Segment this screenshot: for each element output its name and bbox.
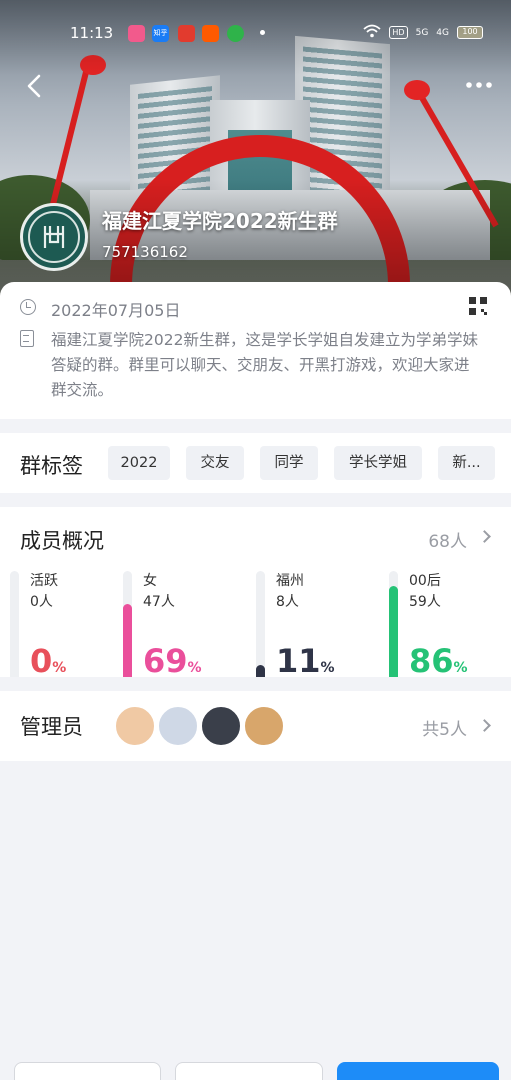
admins-card[interactable]: 管理员 共5人 <box>0 691 511 761</box>
group-avatar[interactable] <box>20 203 88 271</box>
stat-percent: 0% <box>30 643 66 686</box>
tag-item[interactable]: 同学 <box>260 446 318 480</box>
description-row: 福建江夏学院2022新生群，这是学长学姐自发建立为学弟学妹答疑的群。群里可以聊天… <box>20 328 481 403</box>
percent-sign: % <box>52 660 67 676</box>
stat-label: 00后 <box>409 573 441 589</box>
stat-percent-value: 11 <box>276 642 321 680</box>
taobao-icon <box>202 25 219 42</box>
stat-label: 活跃 <box>30 573 58 589</box>
stat-active: 活跃 0人 0% <box>10 571 130 679</box>
more-dots-icon <box>466 82 492 88</box>
created-date: 2022年07月05日 <box>51 301 181 320</box>
stat-label: 女 <box>143 573 157 589</box>
stat-count: 0人 <box>30 594 53 610</box>
percent-sign: % <box>187 660 202 676</box>
wifi-icon <box>363 24 381 41</box>
group-description: 福建江夏学院2022新生群，这是学长学姐自发建立为学弟学妹答疑的群。群里可以聊天… <box>51 331 478 399</box>
member-overview-card[interactable]: 成员概况 68人 活跃 0人 0% 女 47人 69% 福州 8人 11% 00… <box>0 507 511 679</box>
signal-4g-icon: 4G <box>436 27 449 38</box>
stat-fuzhou: 福州 8人 11% <box>256 571 376 679</box>
group-id[interactable]: 757136162 <box>102 243 188 261</box>
admins-count: 共5人 <box>422 720 467 740</box>
qr-code-icon[interactable] <box>469 297 487 315</box>
group-name: 福建江夏学院2022新生群 <box>102 209 338 233</box>
bottom-action-button-2[interactable] <box>175 1062 323 1080</box>
chevron-right-icon[interactable] <box>478 530 491 543</box>
stat-bar-fill <box>256 665 265 677</box>
stat-percent-value: 0 <box>30 642 53 680</box>
stat-bar-track <box>123 571 132 677</box>
admin-avatar[interactable] <box>158 706 198 746</box>
status-time: 11:13 <box>70 24 114 42</box>
notification-dot <box>260 30 265 35</box>
clock-icon <box>20 299 36 315</box>
tag-item[interactable]: 2022 <box>108 446 170 480</box>
stat-bar-track <box>256 571 265 677</box>
stat-percent: 69% <box>143 643 202 686</box>
stat-post00: 00后 59人 86% <box>389 571 509 679</box>
tag-item[interactable]: 学长学姐 <box>334 446 422 480</box>
school-logo-icon <box>28 211 80 263</box>
toutiao-icon <box>178 25 195 42</box>
chevron-left-icon <box>27 74 41 98</box>
admin-avatar[interactable] <box>115 706 155 746</box>
tag-item[interactable]: 交友 <box>186 446 244 480</box>
stat-percent-value: 69 <box>143 642 188 680</box>
stat-percent: 11% <box>276 643 335 686</box>
created-date-row: 2022年07月05日 <box>20 297 180 321</box>
stat-count: 8人 <box>276 594 299 610</box>
hd-badge: HD <box>389 26 408 39</box>
member-total: 68人 <box>428 532 467 552</box>
vivo-app-icon <box>128 25 145 42</box>
battery-icon: 100 <box>457 26 483 39</box>
admin-avatar[interactable] <box>244 706 284 746</box>
percent-sign: % <box>320 660 335 676</box>
stat-bar-track <box>10 571 19 677</box>
stat-percent-value: 86 <box>409 642 454 680</box>
signal-5g-icon: 5G <box>415 27 429 38</box>
chevron-right-icon[interactable] <box>478 719 491 732</box>
admins-title: 管理员 <box>20 715 83 739</box>
tags-title: 群标签 <box>20 454 83 478</box>
status-bar: 11:13 知乎 HD 5G 4G 100 <box>0 22 511 46</box>
zhihu-icon: 知乎 <box>152 25 169 42</box>
join-group-button[interactable] <box>337 1062 499 1080</box>
stat-label: 福州 <box>276 573 304 589</box>
member-overview-title: 成员概况 <box>20 529 104 553</box>
stat-bar-fill <box>389 585 398 677</box>
group-info-card: 2022年07月05日 福建江夏学院2022新生群，这是学长学姐自发建立为学弟学… <box>0 282 511 419</box>
iqiyi-icon <box>227 25 244 42</box>
stat-bar-track <box>389 571 398 677</box>
percent-sign: % <box>453 660 468 676</box>
stat-count: 47人 <box>143 594 175 610</box>
stat-percent: 86% <box>409 643 468 686</box>
document-icon <box>20 330 34 347</box>
more-button[interactable] <box>465 76 493 92</box>
group-tags-card: 群标签 2022 交友 同学 学长学姐 新... <box>0 433 511 493</box>
stat-female: 女 47人 69% <box>123 571 243 679</box>
tag-item[interactable]: 新... <box>438 446 495 480</box>
stat-bar-fill <box>123 603 132 677</box>
bottom-action-button-1[interactable] <box>14 1062 161 1080</box>
stat-count: 59人 <box>409 594 441 610</box>
admin-avatar[interactable] <box>201 706 241 746</box>
back-button[interactable] <box>26 74 46 98</box>
